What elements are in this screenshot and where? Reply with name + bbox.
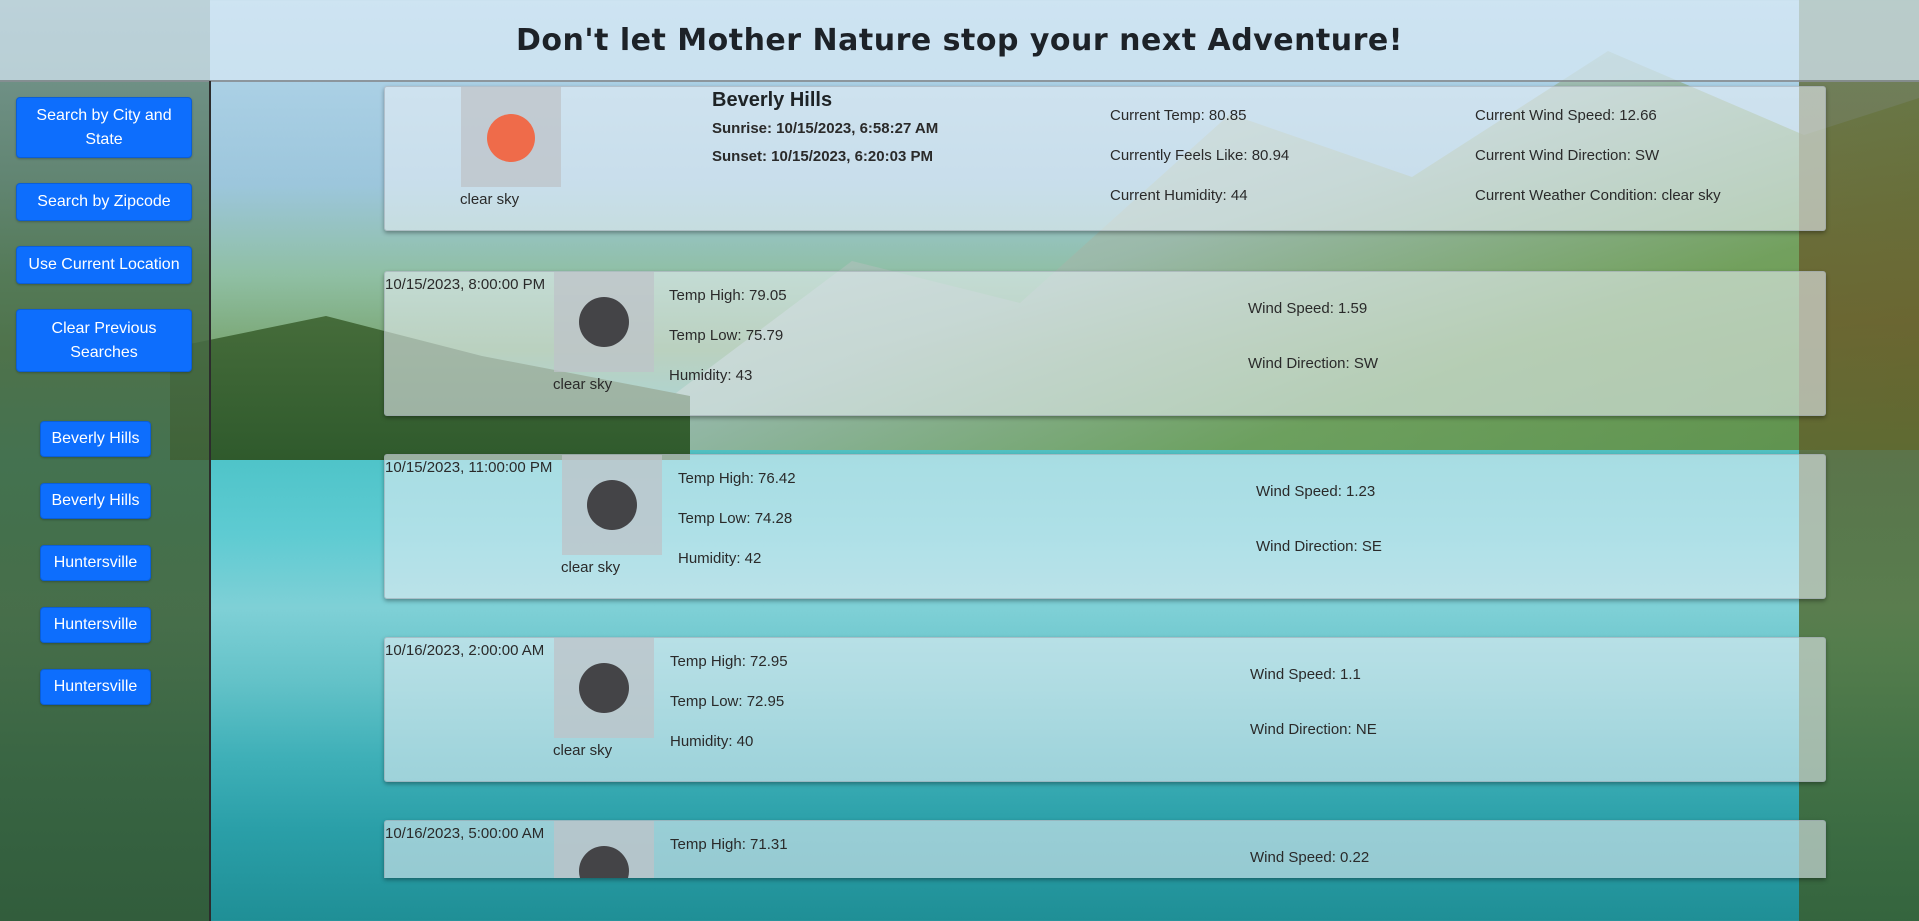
current-feels-like: Currently Feels Like: 80.94 [1110, 147, 1290, 164]
humidity: Humidity: 40 [670, 733, 754, 750]
weather-icon-box [554, 821, 654, 878]
weather-icon-box [554, 272, 654, 372]
forecast-card: 10/16/2023, 5:00:00 AM Temp High: 71.31 … [384, 820, 1826, 878]
weather-icon-box [461, 87, 561, 187]
search-city-state-button[interactable]: Search by City and State [16, 97, 192, 158]
forecast-card: 10/15/2023, 11:00:00 PM clear sky Temp H… [384, 454, 1826, 599]
wind-speed: Wind Speed: 0.22 [1250, 849, 1370, 866]
sidebar: Search by City and State Search by Zipco… [0, 81, 211, 921]
temp-low: Temp Low: 72.95 [670, 693, 785, 710]
history-city-button[interactable]: Huntersville [40, 545, 151, 581]
forecast-datetime: 10/15/2023, 11:00:00 PM [385, 459, 553, 476]
temp-high: Temp High: 76.42 [678, 470, 796, 487]
condition-label: clear sky [553, 742, 613, 759]
wind-direction: Wind Direction: NE [1250, 721, 1377, 738]
history-city-button[interactable]: Beverly Hills [40, 483, 151, 519]
current-weather-condition: Current Weather Condition: clear sky [1475, 187, 1721, 204]
forecast-datetime: 10/16/2023, 5:00:00 AM [385, 825, 545, 842]
moon-icon [579, 663, 629, 713]
forecast-datetime: 10/16/2023, 2:00:00 AM [385, 642, 545, 659]
current-temp: Current Temp: 80.85 [1110, 107, 1247, 124]
condition-label: clear sky [561, 559, 621, 576]
wind-speed: Wind Speed: 1.23 [1256, 483, 1376, 500]
clear-previous-searches-button[interactable]: Clear Previous Searches [16, 309, 192, 372]
history-city-button[interactable]: Huntersville [40, 669, 151, 705]
humidity: Humidity: 43 [669, 367, 753, 384]
humidity: Humidity: 42 [678, 550, 762, 567]
moon-icon [587, 480, 637, 530]
wind-speed: Wind Speed: 1.59 [1248, 300, 1368, 317]
forecast-card: 10/15/2023, 8:00:00 PM clear sky Temp Hi… [384, 271, 1826, 416]
page-header: Don't let Mother Nature stop your next A… [0, 0, 1919, 82]
moon-icon [579, 297, 629, 347]
current-weather-card: clear sky Beverly Hills Sunrise: 10/15/2… [384, 86, 1826, 231]
forecast-datetime: 10/15/2023, 8:00:00 PM [385, 276, 546, 293]
wind-direction: Wind Direction: SE [1256, 538, 1382, 555]
search-zipcode-button[interactable]: Search by Zipcode [16, 183, 192, 221]
forecast-card: 10/16/2023, 2:00:00 AM clear sky Temp Hi… [384, 637, 1826, 782]
weather-icon-box [562, 455, 662, 555]
page-title: Don't let Mother Nature stop your next A… [516, 22, 1403, 58]
city-name: Beverly Hills [712, 89, 833, 111]
temp-low: Temp Low: 75.79 [669, 327, 784, 344]
condition-label: clear sky [553, 376, 613, 393]
wind-speed: Wind Speed: 1.1 [1250, 666, 1361, 683]
sunrise-time: Sunrise: 10/15/2023, 6:58:27 AM [712, 120, 939, 137]
temp-high: Temp High: 79.05 [669, 287, 787, 304]
sun-icon [487, 114, 535, 162]
wind-direction: Wind Direction: SW [1248, 355, 1379, 372]
history-city-button[interactable]: Huntersville [40, 607, 151, 643]
moon-icon [579, 846, 629, 878]
weather-icon-box [554, 638, 654, 738]
current-wind-direction: Current Wind Direction: SW [1475, 147, 1660, 164]
temp-high: Temp High: 72.95 [670, 653, 788, 670]
temp-low: Temp Low: 74.28 [678, 510, 793, 527]
current-humidity: Current Humidity: 44 [1110, 187, 1248, 204]
history-city-button[interactable]: Beverly Hills [40, 421, 151, 457]
condition-label: clear sky [460, 191, 520, 208]
temp-high: Temp High: 71.31 [670, 836, 788, 853]
current-wind-speed: Current Wind Speed: 12.66 [1475, 107, 1657, 124]
sunset-time: Sunset: 10/15/2023, 6:20:03 PM [712, 148, 933, 165]
use-current-location-button[interactable]: Use Current Location [16, 246, 192, 284]
